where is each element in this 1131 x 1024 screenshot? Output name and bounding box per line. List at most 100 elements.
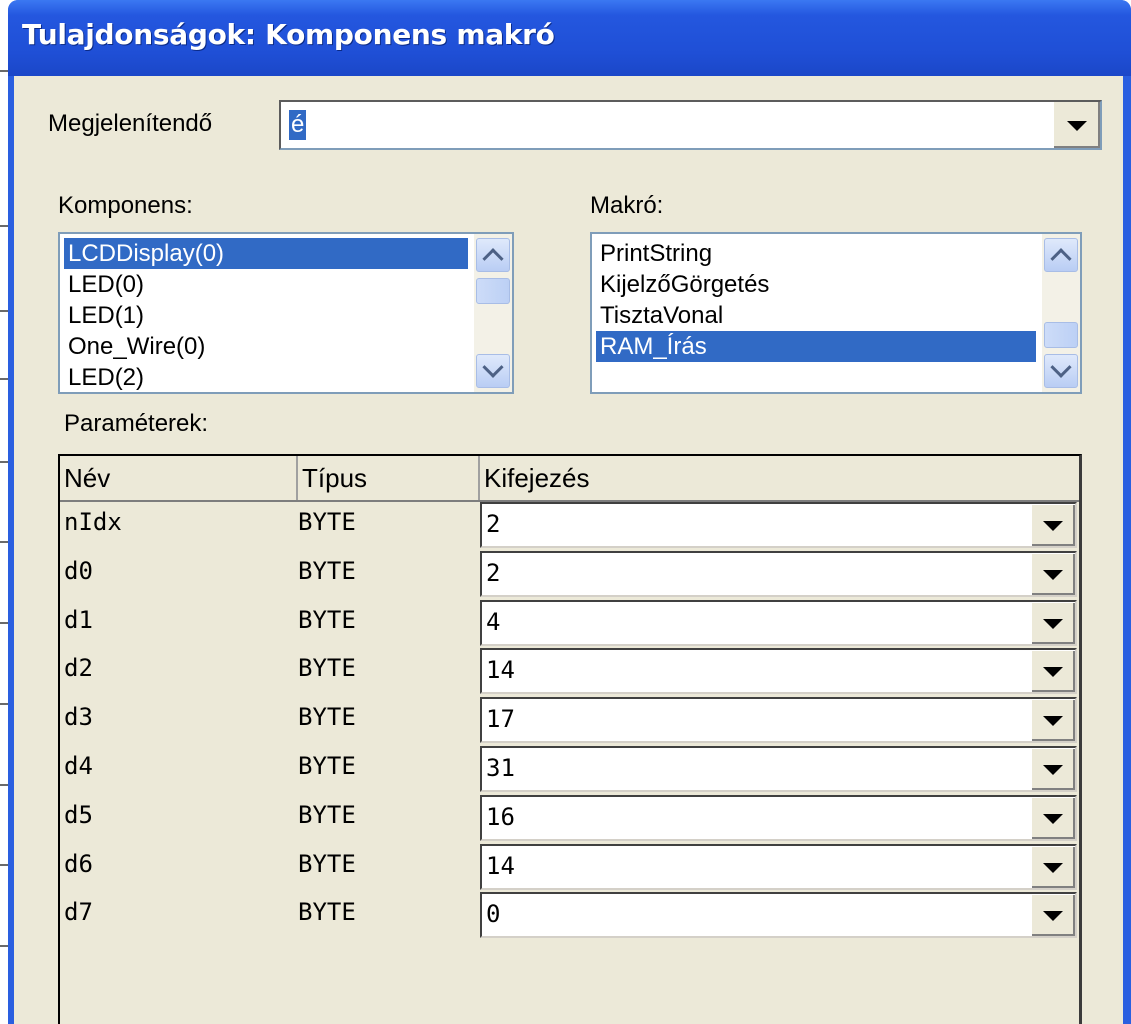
table-row: d3 BYTE 17 [60,697,1079,746]
scroll-down-button[interactable] [1044,354,1078,388]
properties-dialog: Tulajdonságok: Komponens makró Megjelení… [8,0,1131,1024]
parameters-table: Név Típus Kifejezés nIdx BYTE 2 d0 BYTE 2 d1 BY… [58,454,1082,1024]
param-expression-combobox[interactable]: 31 [480,746,1077,792]
param-name: nIdx [64,508,122,536]
macro-list-item[interactable]: PrintString [596,238,1036,269]
table-header: Név Típus Kifejezés [60,456,1079,502]
scroll-thumb[interactable] [476,278,510,304]
display-dropdown-button[interactable] [1052,102,1100,148]
table-row: nIdx BYTE 2 [60,502,1079,551]
component-list-item[interactable]: LED(1) [64,300,468,331]
macro-list-item[interactable]: KijelzőGörgetés [596,269,1036,300]
display-combobox-value[interactable]: é [289,110,307,140]
param-expression-value[interactable]: 2 [486,559,500,587]
dialog-client-area: Megjelenítendő é Komponens: LCDDisplay(0… [14,76,1123,1024]
column-header-type[interactable]: Típus [298,456,480,500]
expression-dropdown-button[interactable] [1031,552,1075,595]
param-type: BYTE [298,703,356,732]
table-row: d2 BYTE 14 [60,648,1079,697]
chevron-down-icon [1043,667,1063,678]
param-expression-combobox[interactable]: 2 [480,550,1077,597]
expression-dropdown-button[interactable] [1031,748,1075,790]
param-type: BYTE [298,654,356,683]
macro-label: Makró: [590,192,664,219]
chevron-down-icon [1043,765,1063,775]
param-expression-value[interactable]: 4 [486,608,500,636]
chevron-down-icon [1043,569,1063,580]
title-bar[interactable]: Tulajdonságok: Komponens makró [8,0,1131,76]
macro-list-item[interactable]: TisztaVonal [596,300,1036,331]
param-type: BYTE [298,752,356,780]
param-expression-combobox[interactable]: 17 [480,697,1077,744]
expression-dropdown-button[interactable] [1031,845,1075,888]
chevron-down-icon [1043,716,1063,727]
component-list-item[interactable]: One_Wire(0) [64,331,468,362]
component-label: Komponens: [58,192,193,219]
param-type: BYTE [298,556,356,585]
component-scrollbar[interactable] [474,234,512,392]
chevron-up-icon [482,248,504,270]
expression-dropdown-button[interactable] [1031,650,1075,693]
param-expression-value[interactable]: 2 [486,510,500,538]
param-type: BYTE [298,849,356,878]
macro-listbox[interactable]: PrintString KijelzőGörgetés TisztaVonal RAM… [590,232,1082,394]
scroll-up-button[interactable] [1044,238,1078,272]
chevron-down-icon [1050,356,1072,378]
component-list-item[interactable]: LED(2) [64,362,468,392]
param-name: d5 [64,800,93,829]
table-row: d6 BYTE 14 [60,843,1079,893]
scroll-down-button[interactable] [476,354,510,388]
param-expression-combobox[interactable]: 4 [480,599,1077,646]
dialog-title: Tulajdonságok: Komponens makró [22,18,555,51]
table-row: d4 BYTE 31 [60,746,1079,795]
table-row: d5 BYTE 16 [60,794,1079,844]
column-header-name[interactable]: Név [60,456,298,500]
param-name: d4 [64,752,93,780]
component-listbox[interactable]: LCDDisplay(0) LED(0) LED(1) One_Wire(0) LED(… [58,232,514,394]
param-expression-value[interactable]: 17 [486,705,515,733]
component-list-item[interactable]: LED(0) [64,269,468,300]
scroll-up-button[interactable] [476,238,510,272]
expression-dropdown-button[interactable] [1031,894,1075,937]
param-expression-value[interactable]: 31 [486,754,515,782]
expression-dropdown-button[interactable] [1031,601,1075,644]
param-name: d0 [64,556,93,585]
chevron-down-icon [1043,862,1063,873]
display-combobox[interactable]: é [279,100,1102,150]
display-label: Megjelenítendő [48,110,213,137]
expression-dropdown-button[interactable] [1031,796,1075,839]
param-type: BYTE [298,605,356,634]
table-row: d7 BYTE 0 [60,892,1079,941]
param-name: d1 [64,605,93,634]
table-row: d1 BYTE 4 [60,599,1079,649]
chevron-down-icon [1043,813,1063,824]
param-type: BYTE [298,898,356,927]
chevron-down-icon [1067,121,1087,131]
component-list-item[interactable]: LCDDisplay(0) [64,238,468,269]
macro-list-item[interactable]: RAM_Írás [596,331,1036,362]
param-name: d6 [64,849,93,878]
macro-scrollbar[interactable] [1042,234,1080,392]
expression-dropdown-button[interactable] [1031,504,1075,546]
param-expression-combobox[interactable]: 16 [480,794,1077,841]
scroll-thumb[interactable] [1044,322,1078,348]
param-type: BYTE [298,508,356,536]
column-header-expression[interactable]: Kifejezés [480,456,1079,500]
param-expression-value[interactable]: 16 [486,803,515,831]
chevron-up-icon [1050,248,1072,270]
param-expression-combobox[interactable]: 14 [480,648,1077,695]
chevron-down-icon [1043,521,1063,531]
parameters-label: Paraméterek: [64,410,209,437]
param-expression-value[interactable]: 0 [486,900,500,928]
param-expression-combobox[interactable]: 0 [480,892,1077,939]
param-name: d3 [64,703,93,732]
param-expression-combobox[interactable]: 2 [480,502,1077,548]
param-expression-value[interactable]: 14 [486,852,515,880]
table-row: d0 BYTE 2 [60,550,1079,600]
param-expression-combobox[interactable]: 14 [480,843,1077,890]
param-expression-value[interactable]: 14 [486,656,515,684]
expression-dropdown-button[interactable] [1031,699,1075,742]
chevron-down-icon [482,356,504,378]
chevron-down-icon [1043,911,1063,922]
chevron-down-icon [1043,618,1063,629]
